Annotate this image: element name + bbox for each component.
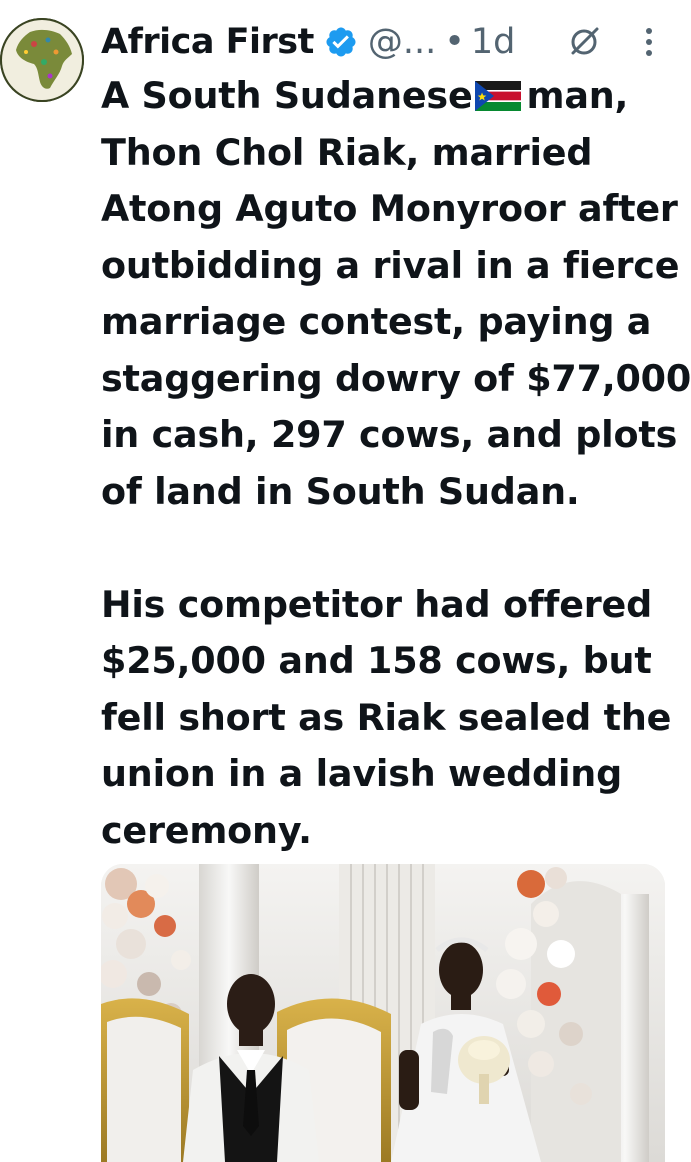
south-sudan-flag-icon xyxy=(474,71,521,111)
author-name[interactable]: Africa First xyxy=(101,22,314,62)
grok-icon[interactable] xyxy=(566,24,602,60)
post-line: fell short as Riak sealed the xyxy=(101,695,672,739)
post-line: of land in South Sudan. xyxy=(101,469,580,513)
author-handle[interactable]: @... xyxy=(368,22,436,62)
post-line: $25,000 and 158 cows, but xyxy=(101,639,652,682)
verified-badge-icon xyxy=(324,25,358,59)
post-header: Africa First @... • 1d xyxy=(101,16,515,68)
post-line: staggering dowry of $77,000 xyxy=(101,356,691,400)
post-timestamp[interactable]: 1d xyxy=(471,22,516,62)
post-text: A South Sudanese man, Thon Chol Riak, mar… xyxy=(101,68,691,859)
post-line: Thon Chol Riak, married xyxy=(101,130,593,174)
separator-dot: • xyxy=(444,22,465,62)
more-vertical-icon[interactable] xyxy=(640,26,658,58)
post-line: union in a lavish wedding xyxy=(101,752,623,795)
post-line: in cash, 297 cows, and plots xyxy=(101,413,678,456)
post-line-start: A South Sudanese xyxy=(101,74,473,117)
post-line-end: man, xyxy=(526,74,629,117)
paragraph-break xyxy=(101,520,681,577)
post-line: marriage contest, paying a xyxy=(101,300,652,343)
tweet[interactable]: Africa First @... • 1d A South Sudanese m… xyxy=(0,0,691,1162)
post-line: ceremony. xyxy=(101,808,312,852)
avatar[interactable] xyxy=(0,18,84,102)
post-line: His competitor had offered xyxy=(101,582,653,626)
post-line: Atong Aguto Monyroor after xyxy=(101,187,678,230)
post-media-photo[interactable] xyxy=(101,864,665,1162)
post-line: outbidding a rival in a fierce xyxy=(101,243,680,287)
post-line: A South Sudanese man, xyxy=(101,68,681,125)
wedding-couple-photo xyxy=(101,864,665,1162)
